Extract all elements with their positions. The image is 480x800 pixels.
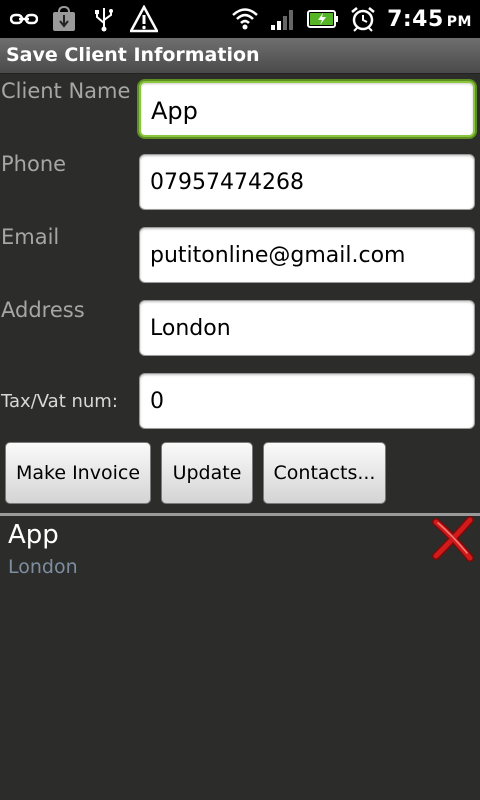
clock-time: 7:45: [387, 6, 444, 32]
wifi-icon: [232, 8, 258, 30]
divider: [0, 513, 480, 516]
page-title: Save Client Information: [6, 44, 260, 66]
contacts-button[interactable]: Contacts...: [263, 442, 386, 504]
delete-icon[interactable]: [430, 516, 476, 562]
client-name-input[interactable]: App: [139, 81, 475, 137]
warning-icon: [130, 5, 158, 33]
phone-input[interactable]: 07957474268: [139, 154, 475, 210]
title-bar: Save Client Information: [0, 38, 480, 74]
link-icon: [10, 13, 38, 25]
email-input[interactable]: putitonline@gmail.com: [139, 227, 475, 283]
alarm-icon: [351, 7, 375, 32]
client-name-label: Client Name: [1, 79, 131, 103]
client-item-address: London: [8, 556, 78, 578]
status-bar: 7:45 PM: [0, 0, 480, 38]
signal-icon: [271, 10, 294, 30]
tax-input[interactable]: 0: [139, 373, 475, 429]
make-invoice-button[interactable]: Make Invoice: [5, 442, 151, 504]
clock: 7:45 PM: [387, 7, 472, 32]
email-label: Email: [1, 225, 60, 249]
update-button[interactable]: Update: [161, 442, 253, 504]
battery-icon: [307, 10, 339, 28]
download-icon: [53, 5, 75, 31]
address-input[interactable]: London: [139, 300, 475, 356]
status-left-icons: [10, 4, 158, 34]
tax-label: Tax/Vat num:: [1, 391, 118, 412]
usb-icon: [95, 8, 113, 32]
status-right-icons: 7:45 PM: [231, 4, 472, 34]
client-item-name: App: [8, 520, 59, 550]
clock-ampm: PM: [446, 13, 472, 30]
phone-label: Phone: [1, 152, 67, 176]
address-label: Address: [1, 298, 85, 322]
